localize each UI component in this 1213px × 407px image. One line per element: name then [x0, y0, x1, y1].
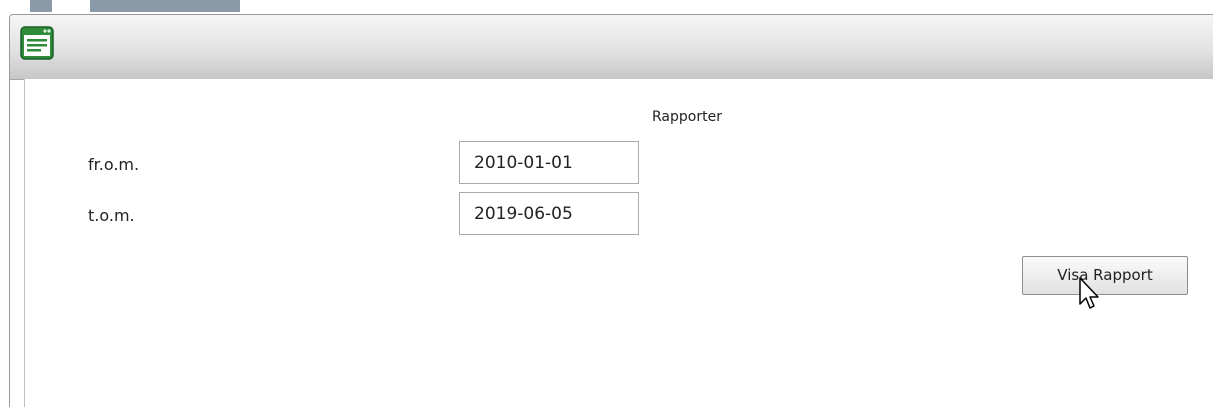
show-report-button[interactable]: Visa Rapport — [1022, 256, 1188, 295]
from-date-label: fr.o.m. — [88, 155, 140, 174]
document-list-icon — [20, 26, 54, 60]
report-window: Rapporter fr.o.m. t.o.m. Visa Rapport — [9, 14, 1213, 407]
screen: Rapporter fr.o.m. t.o.m. Visa Rapport — [0, 0, 1213, 407]
to-date-input[interactable] — [459, 192, 639, 235]
window-titlebar[interactable] — [10, 15, 1213, 80]
from-date-input[interactable] — [459, 141, 639, 184]
page-title: Rapporter — [652, 109, 722, 125]
background-window-bar — [90, 0, 240, 12]
report-form: Rapporter fr.o.m. t.o.m. Visa Rapport — [24, 79, 1213, 407]
background-window-bar — [30, 0, 52, 12]
background-window-fragment — [30, 0, 250, 14]
to-date-label: t.o.m. — [88, 206, 135, 225]
